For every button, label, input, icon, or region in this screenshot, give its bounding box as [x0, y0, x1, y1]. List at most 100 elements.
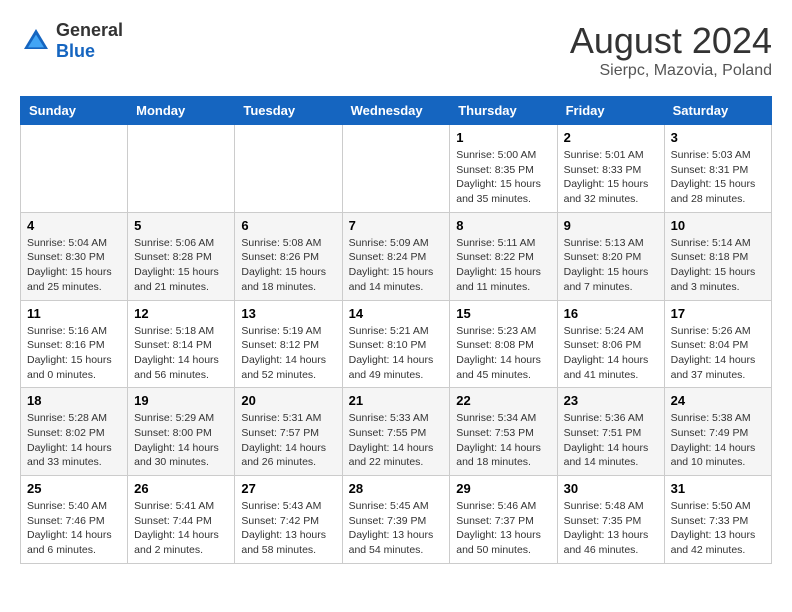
day-number: 18	[27, 393, 121, 408]
day-info: Sunrise: 5:33 AM Sunset: 7:55 PM Dayligh…	[349, 411, 444, 470]
day-info: Sunrise: 5:16 AM Sunset: 8:16 PM Dayligh…	[27, 324, 121, 383]
day-info: Sunrise: 5:04 AM Sunset: 8:30 PM Dayligh…	[27, 236, 121, 295]
day-number: 17	[671, 306, 765, 321]
calendar-cell: 9Sunrise: 5:13 AM Sunset: 8:20 PM Daylig…	[557, 212, 664, 300]
calendar-cell: 6 Sunrise: 5:08 AM Sunset: 8:26 PM Daylig…	[235, 212, 342, 300]
calendar-cell: 12Sunrise: 5:18 AM Sunset: 8:14 PM Dayli…	[128, 300, 235, 388]
day-number: 11	[27, 306, 121, 321]
weekday-header-sunday: Sunday	[21, 97, 128, 125]
logo: General Blue	[20, 20, 123, 62]
calendar-cell: 31 Sunrise: 5:50 AM Sunset: 7:33 PM Dayli…	[664, 476, 771, 564]
day-number: 5	[134, 218, 228, 233]
weekday-header-thursday: Thursday	[450, 97, 557, 125]
calendar-week-3: 11 Sunrise: 5:16 AM Sunset: 8:16 PM Dayli…	[21, 300, 772, 388]
calendar-cell: 7 Sunrise: 5:09 AM Sunset: 8:24 PM Daylig…	[342, 212, 450, 300]
day-number: 14	[349, 306, 444, 321]
day-number: 30	[564, 481, 658, 496]
calendar-cell: 3Sunrise: 5:03 AM Sunset: 8:31 PM Daylig…	[664, 125, 771, 213]
day-info: Sunrise: 5:21 AM Sunset: 8:10 PM Dayligh…	[349, 324, 444, 383]
day-info: Sunrise: 5:50 AM Sunset: 7:33 PM Dayligh…	[671, 499, 765, 558]
page-header: General Blue August 2024 Sierpc, Mazovia…	[20, 20, 772, 80]
calendar-week-5: 25Sunrise: 5:40 AM Sunset: 7:46 PM Dayli…	[21, 476, 772, 564]
calendar-cell: 13 Sunrise: 5:19 AM Sunset: 8:12 PM Dayli…	[235, 300, 342, 388]
day-number: 7	[349, 218, 444, 233]
day-info: Sunrise: 5:29 AM Sunset: 8:00 PM Dayligh…	[134, 411, 228, 470]
calendar-week-2: 4 Sunrise: 5:04 AM Sunset: 8:30 PM Daylig…	[21, 212, 772, 300]
day-number: 13	[241, 306, 335, 321]
calendar-cell: 2Sunrise: 5:01 AM Sunset: 8:33 PM Daylig…	[557, 125, 664, 213]
weekday-header-wednesday: Wednesday	[342, 97, 450, 125]
calendar-cell: 10 Sunrise: 5:14 AM Sunset: 8:18 PM Dayli…	[664, 212, 771, 300]
day-number: 19	[134, 393, 228, 408]
day-info: Sunrise: 5:24 AM Sunset: 8:06 PM Dayligh…	[564, 324, 658, 383]
location-title: Sierpc, Mazovia, Poland	[570, 62, 772, 80]
calendar-cell: 16 Sunrise: 5:24 AM Sunset: 8:06 PM Dayli…	[557, 300, 664, 388]
day-info: Sunrise: 5:13 AM Sunset: 8:20 PM Dayligh…	[564, 236, 658, 295]
day-info: Sunrise: 5:19 AM Sunset: 8:12 PM Dayligh…	[241, 324, 335, 383]
day-number: 27	[241, 481, 335, 496]
title-block: August 2024 Sierpc, Mazovia, Poland	[570, 20, 772, 80]
day-info: Sunrise: 5:41 AM Sunset: 7:44 PM Dayligh…	[134, 499, 228, 558]
logo-icon	[20, 25, 52, 57]
calendar-cell: 8Sunrise: 5:11 AM Sunset: 8:22 PM Daylig…	[450, 212, 557, 300]
calendar-cell: 21 Sunrise: 5:33 AM Sunset: 7:55 PM Dayli…	[342, 388, 450, 476]
calendar-cell: 18Sunrise: 5:28 AM Sunset: 8:02 PM Dayli…	[21, 388, 128, 476]
day-number: 1	[456, 130, 550, 145]
day-info: Sunrise: 5:18 AM Sunset: 8:14 PM Dayligh…	[134, 324, 228, 383]
logo-blue: Blue	[56, 41, 95, 61]
day-info: Sunrise: 5:00 AM Sunset: 8:35 PM Dayligh…	[456, 148, 550, 207]
day-info: Sunrise: 5:38 AM Sunset: 7:49 PM Dayligh…	[671, 411, 765, 470]
calendar-cell: 1 Sunrise: 5:00 AM Sunset: 8:35 PM Daylig…	[450, 125, 557, 213]
logo-general: General	[56, 20, 123, 40]
calendar-cell: 20Sunrise: 5:31 AM Sunset: 7:57 PM Dayli…	[235, 388, 342, 476]
day-info: Sunrise: 5:08 AM Sunset: 8:26 PM Dayligh…	[241, 236, 335, 295]
calendar-cell: 26 Sunrise: 5:41 AM Sunset: 7:44 PM Dayli…	[128, 476, 235, 564]
day-info: Sunrise: 5:23 AM Sunset: 8:08 PM Dayligh…	[456, 324, 550, 383]
day-number: 25	[27, 481, 121, 496]
calendar-cell: 30 Sunrise: 5:48 AM Sunset: 7:35 PM Dayli…	[557, 476, 664, 564]
day-number: 10	[671, 218, 765, 233]
day-number: 15	[456, 306, 550, 321]
calendar-cell: 22Sunrise: 5:34 AM Sunset: 7:53 PM Dayli…	[450, 388, 557, 476]
day-info: Sunrise: 5:06 AM Sunset: 8:28 PM Dayligh…	[134, 236, 228, 295]
day-info: Sunrise: 5:09 AM Sunset: 8:24 PM Dayligh…	[349, 236, 444, 295]
day-info: Sunrise: 5:36 AM Sunset: 7:51 PM Dayligh…	[564, 411, 658, 470]
calendar-cell: 11 Sunrise: 5:16 AM Sunset: 8:16 PM Dayli…	[21, 300, 128, 388]
day-number: 28	[349, 481, 444, 496]
calendar-week-1: 1 Sunrise: 5:00 AM Sunset: 8:35 PM Daylig…	[21, 125, 772, 213]
day-number: 24	[671, 393, 765, 408]
calendar-cell	[21, 125, 128, 213]
weekday-header-saturday: Saturday	[664, 97, 771, 125]
day-info: Sunrise: 5:46 AM Sunset: 7:37 PM Dayligh…	[456, 499, 550, 558]
day-number: 6	[241, 218, 335, 233]
day-info: Sunrise: 5:45 AM Sunset: 7:39 PM Dayligh…	[349, 499, 444, 558]
day-number: 22	[456, 393, 550, 408]
calendar-week-4: 18Sunrise: 5:28 AM Sunset: 8:02 PM Dayli…	[21, 388, 772, 476]
month-title: August 2024	[570, 20, 772, 62]
calendar-cell: 29Sunrise: 5:46 AM Sunset: 7:37 PM Dayli…	[450, 476, 557, 564]
weekday-header-monday: Monday	[128, 97, 235, 125]
calendar-cell: 17 Sunrise: 5:26 AM Sunset: 8:04 PM Dayli…	[664, 300, 771, 388]
day-number: 16	[564, 306, 658, 321]
calendar-cell: 24 Sunrise: 5:38 AM Sunset: 7:49 PM Dayli…	[664, 388, 771, 476]
day-number: 21	[349, 393, 444, 408]
calendar-cell	[235, 125, 342, 213]
weekday-header-row: SundayMondayTuesdayWednesdayThursdayFrid…	[21, 97, 772, 125]
day-number: 4	[27, 218, 121, 233]
day-info: Sunrise: 5:14 AM Sunset: 8:18 PM Dayligh…	[671, 236, 765, 295]
calendar-cell	[128, 125, 235, 213]
calendar-cell: 14 Sunrise: 5:21 AM Sunset: 8:10 PM Dayli…	[342, 300, 450, 388]
day-info: Sunrise: 5:26 AM Sunset: 8:04 PM Dayligh…	[671, 324, 765, 383]
calendar-cell	[342, 125, 450, 213]
calendar-table: SundayMondayTuesdayWednesdayThursdayFrid…	[20, 96, 772, 564]
calendar-cell: 19 Sunrise: 5:29 AM Sunset: 8:00 PM Dayli…	[128, 388, 235, 476]
calendar-cell: 5 Sunrise: 5:06 AM Sunset: 8:28 PM Daylig…	[128, 212, 235, 300]
calendar-cell: 15 Sunrise: 5:23 AM Sunset: 8:08 PM Dayli…	[450, 300, 557, 388]
day-number: 31	[671, 481, 765, 496]
calendar-cell: 4 Sunrise: 5:04 AM Sunset: 8:30 PM Daylig…	[21, 212, 128, 300]
weekday-header-friday: Friday	[557, 97, 664, 125]
day-number: 3	[671, 130, 765, 145]
day-info: Sunrise: 5:48 AM Sunset: 7:35 PM Dayligh…	[564, 499, 658, 558]
day-number: 26	[134, 481, 228, 496]
day-number: 20	[241, 393, 335, 408]
